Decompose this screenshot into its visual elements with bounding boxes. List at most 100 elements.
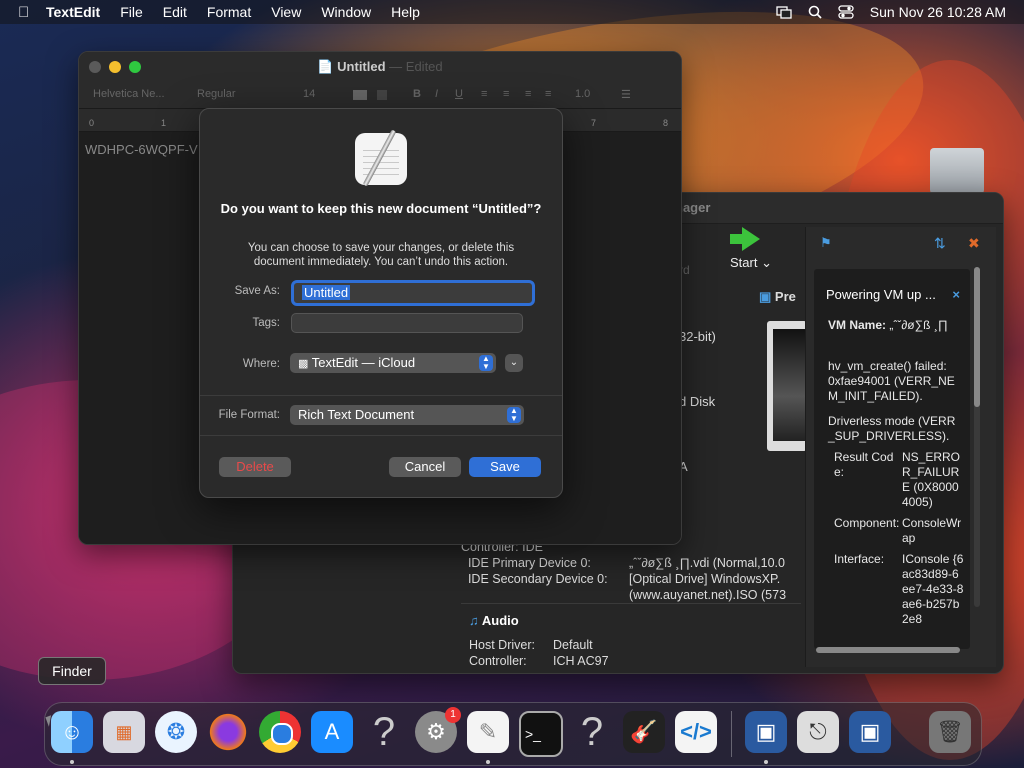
detail-key: Host Driver: [469, 638, 535, 652]
text-color-swatch[interactable] [353, 90, 367, 100]
list-style-icon[interactable]: ☰ [621, 88, 631, 101]
align-left-icon[interactable]: ≡ [481, 88, 487, 100]
vscode-icon[interactable]: </> [675, 711, 717, 753]
save-dialog: Do you want to keep this new document “U… [199, 108, 563, 498]
error-message: Driverless mode (VERR_SUP_DRIVERLESS). [828, 414, 956, 443]
font-style-popup[interactable]: Regular [197, 88, 236, 100]
textedit-app-icon [355, 129, 407, 187]
trash-icon[interactable]: 🗑 [929, 711, 971, 753]
detail-key: Controller: [469, 654, 527, 668]
file-format-label: File Format: [218, 409, 280, 421]
app-store-icon[interactable]: A [311, 711, 353, 753]
clear-notifications-icon[interactable]: ✖ [968, 235, 980, 252]
dialog-message: You can choose to save your changes, or … [247, 242, 515, 268]
menu-format[interactable]: Format [207, 4, 251, 20]
save-as-label: Save As: [234, 285, 280, 297]
underline-icon[interactable]: U [455, 88, 463, 100]
detail-value: „ˆˇ∂ø∑ß ¸∏.vdi (Normal,10.0 [629, 556, 785, 570]
font-family-popup[interactable]: Helvetica Ne... [93, 88, 165, 100]
chrome-icon[interactable] [259, 711, 301, 753]
align-center-icon[interactable]: ≡ [503, 88, 509, 100]
audio-title: Audio [481, 613, 519, 628]
virtualbox-icon[interactable]: ▣ [745, 711, 787, 753]
launchpad-icon[interactable]: ▦ [103, 711, 145, 753]
interface-label: Interface: [834, 552, 885, 566]
preview-label: Pre [774, 289, 796, 304]
menu-window[interactable]: Window [321, 4, 371, 20]
detail-value: Default [553, 638, 593, 652]
delete-button[interactable]: Delete [219, 457, 291, 477]
safari-icon[interactable]: ❂ [155, 711, 197, 753]
virtualbox-icon[interactable]: ▣ [849, 711, 891, 753]
zoom-button[interactable] [129, 61, 141, 73]
network-icon[interactable]: ⎋ [797, 711, 839, 753]
start-label: Start [730, 255, 758, 270]
menu-app-name[interactable]: TextEdit [46, 4, 100, 20]
notification-badge: 1 [445, 707, 461, 723]
minimize-button[interactable] [109, 61, 121, 73]
unknown-app-icon[interactable]: ? [571, 711, 613, 753]
window-title: Untitled [337, 59, 386, 74]
justify-icon[interactable]: ≡ [545, 88, 551, 100]
detail-key: IDE Secondary Device 0: [461, 572, 608, 586]
window-title-status: — Edited [389, 59, 443, 74]
menu-edit[interactable]: Edit [163, 4, 187, 20]
align-right-icon[interactable]: ≡ [525, 88, 531, 100]
desktop-disk-icon[interactable] [930, 148, 984, 194]
firefox-icon[interactable] [207, 711, 249, 753]
notification-pane: ⚑ ⇅ ✖ Powering VM up ... × VM Name: „ˆˇ∂ø… [805, 227, 996, 667]
unknown-app-icon[interactable]: ? [363, 711, 405, 753]
save-as-value[interactable]: Untitled [302, 285, 351, 300]
scroll-thumb[interactable] [974, 267, 980, 407]
horizontal-scrollbar[interactable] [816, 647, 960, 653]
result-code-value: NS_ERROR_FAILURE (0X80004005) [902, 450, 961, 509]
expand-chevron-icon[interactable]: ⌄ [505, 354, 523, 372]
sort-icon[interactable]: ⇅ [934, 235, 946, 252]
menu-clock[interactable]: Sun Nov 26 10:28 AM [870, 4, 1006, 20]
apple-icon[interactable]:  [18, 4, 34, 21]
file-format-value: Rich Text Document [298, 407, 415, 422]
where-popup[interactable]: ▩ TextEdit — iCloud ▲ ▼ [290, 353, 496, 373]
menu-view[interactable]: View [271, 4, 301, 20]
line-spacing-popup[interactable]: 1.0 [575, 88, 590, 100]
save-as-field[interactable]: Untitled [291, 280, 535, 306]
folder-icon: ▩ [298, 358, 309, 370]
save-button[interactable]: Save [469, 457, 541, 477]
document-text[interactable]: WDHPC-6WQPF-V [85, 142, 198, 157]
close-button[interactable] [89, 61, 101, 73]
tags-field[interactable] [291, 313, 523, 333]
menu-help[interactable]: Help [391, 4, 420, 20]
bold-icon[interactable]: B [413, 88, 421, 100]
terminal-icon[interactable]: >_ [519, 711, 563, 757]
running-indicator [486, 760, 490, 764]
ruler-tick: 1 [161, 118, 167, 128]
vertical-scrollbar[interactable] [974, 267, 980, 607]
garageband-icon[interactable]: 🎸 [623, 711, 665, 753]
search-icon[interactable] [808, 5, 822, 19]
cancel-button[interactable]: Cancel [389, 457, 461, 477]
where-label: Where: [242, 358, 280, 370]
file-format-popup[interactable]: Rich Text Document ▲ ▼ [290, 405, 524, 425]
chevron-down-icon[interactable]: ⌄ [761, 255, 772, 270]
menu-file[interactable]: File [120, 4, 143, 20]
section-divider [461, 603, 801, 604]
finder-icon[interactable]: ☺ [51, 711, 93, 753]
textedit-icon[interactable]: ✎ [467, 711, 509, 753]
vbox-detail-fragment: 32-bit) [679, 329, 716, 344]
highlight-color-swatch[interactable] [377, 90, 387, 100]
detail-value: (www.auyanet.net).ISO (573 [629, 588, 787, 602]
close-icon[interactable]: × [952, 287, 960, 302]
component-value: ConsoleWrap [902, 516, 962, 545]
menu-bar:  TextEdit File Edit Format View Window … [0, 0, 1024, 24]
notification-info-icon[interactable]: ⚑ [820, 235, 832, 251]
start-button[interactable]: Start ⌄ [721, 227, 781, 271]
storage-details: Controller: IDE IDE Primary Device 0: „ˆˇ… [461, 539, 799, 603]
format-toolbar: Helvetica Ne... Regular 14 B I U ≡ ≡ ≡ ≡… [79, 82, 681, 109]
screen-mirror-icon[interactable] [776, 5, 792, 19]
font-size-popup[interactable]: 14 [303, 88, 315, 100]
italic-icon[interactable]: I [435, 88, 438, 100]
control-center-icon[interactable] [838, 5, 854, 19]
detail-key [461, 587, 629, 603]
dock: ☺ ▦ ❂ A ? ⚙ 1 ✎ >_ ? 🎸 </> ▣ ⎋ ▣ 🗑 [44, 702, 982, 766]
ruler-tick: 0 [89, 118, 95, 128]
